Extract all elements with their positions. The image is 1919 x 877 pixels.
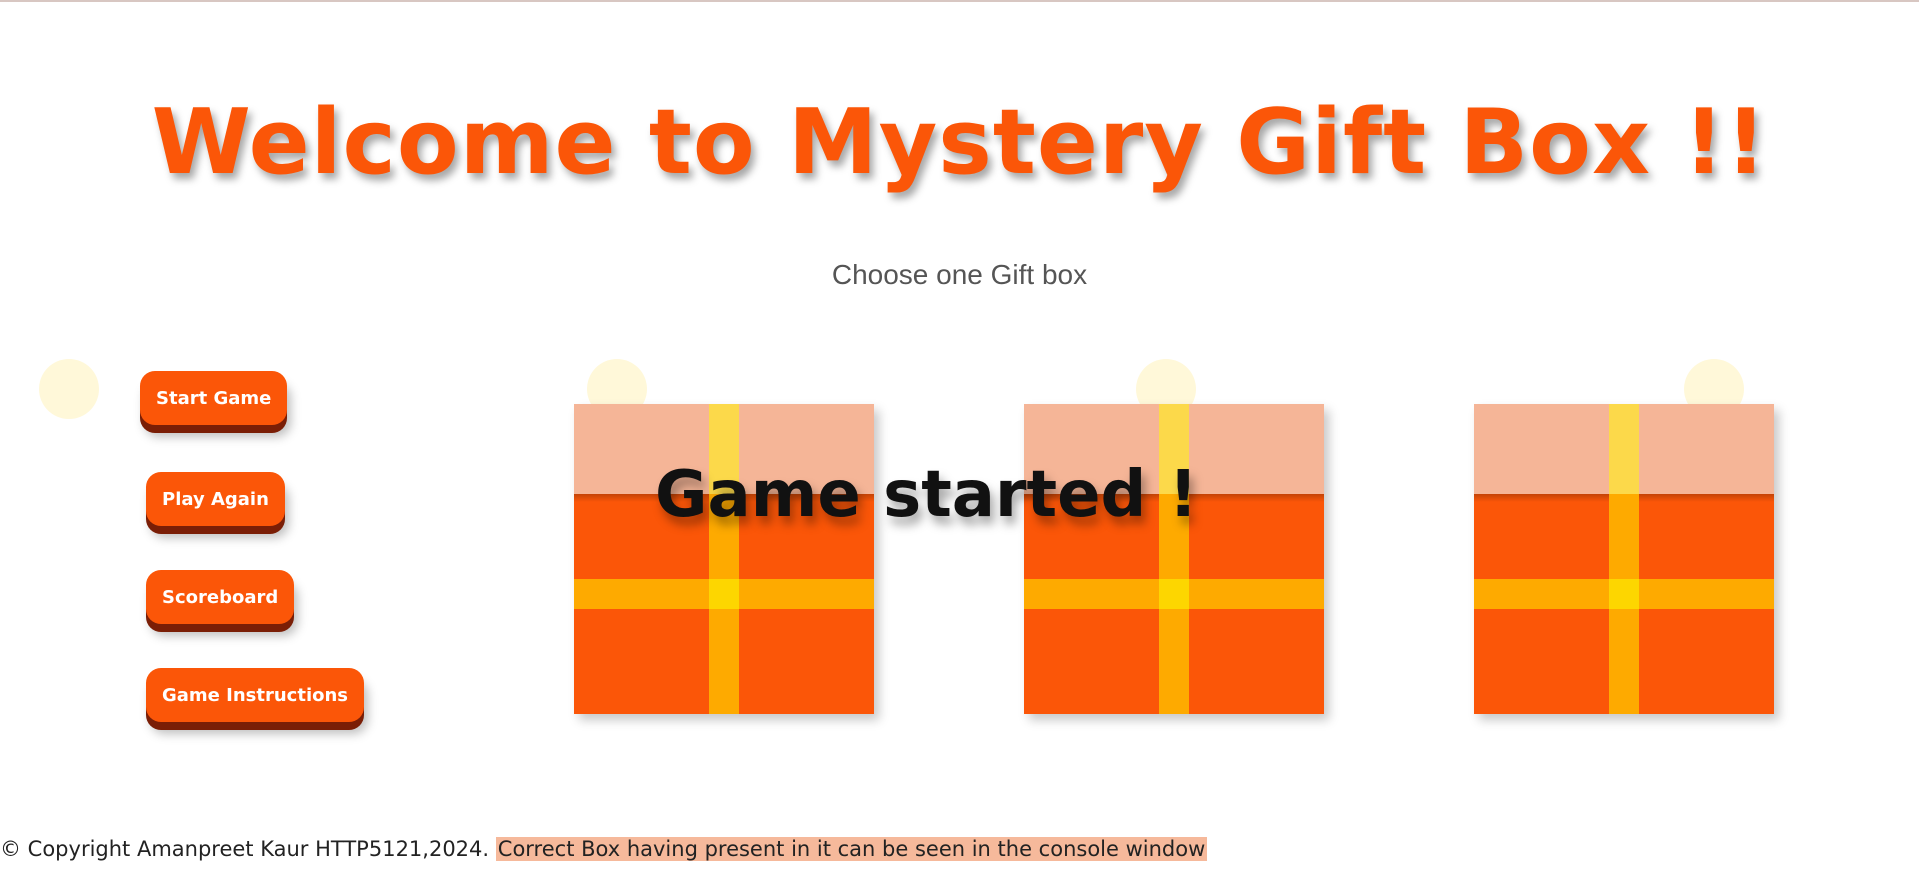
decorative-dot: [39, 359, 99, 419]
gift-ribbon-knot: [709, 579, 739, 609]
gift-box-2[interactable]: [1024, 404, 1324, 714]
gift-ribbon-knot: [1609, 579, 1639, 609]
gift-box-1[interactable]: [574, 404, 874, 714]
page-title: Welcome to Mystery Gift Box !!: [151, 90, 1768, 195]
scoreboard-button[interactable]: Scoreboard: [146, 570, 295, 624]
top-divider: [0, 0, 1919, 2]
gift-ribbon: [1609, 404, 1639, 494]
console-hint-text: Correct Box having present in it can be …: [495, 837, 1208, 861]
start-game-button[interactable]: Start Game: [140, 371, 288, 425]
game-status-message: Game started !: [655, 458, 1198, 532]
copyright-text: © Copyright Amanpreet Kaur HTTP5121,2024…: [0, 837, 490, 861]
gift-box-3[interactable]: [1474, 404, 1774, 714]
game-instructions-button[interactable]: Game Instructions: [146, 668, 365, 722]
page-subtitle: Choose one Gift box: [831, 259, 1088, 290]
play-again-button[interactable]: Play Again: [146, 472, 285, 526]
gift-ribbon-knot: [1159, 579, 1189, 609]
footer: © Copyright Amanpreet Kaur HTTP5121,2024…: [0, 835, 1208, 863]
